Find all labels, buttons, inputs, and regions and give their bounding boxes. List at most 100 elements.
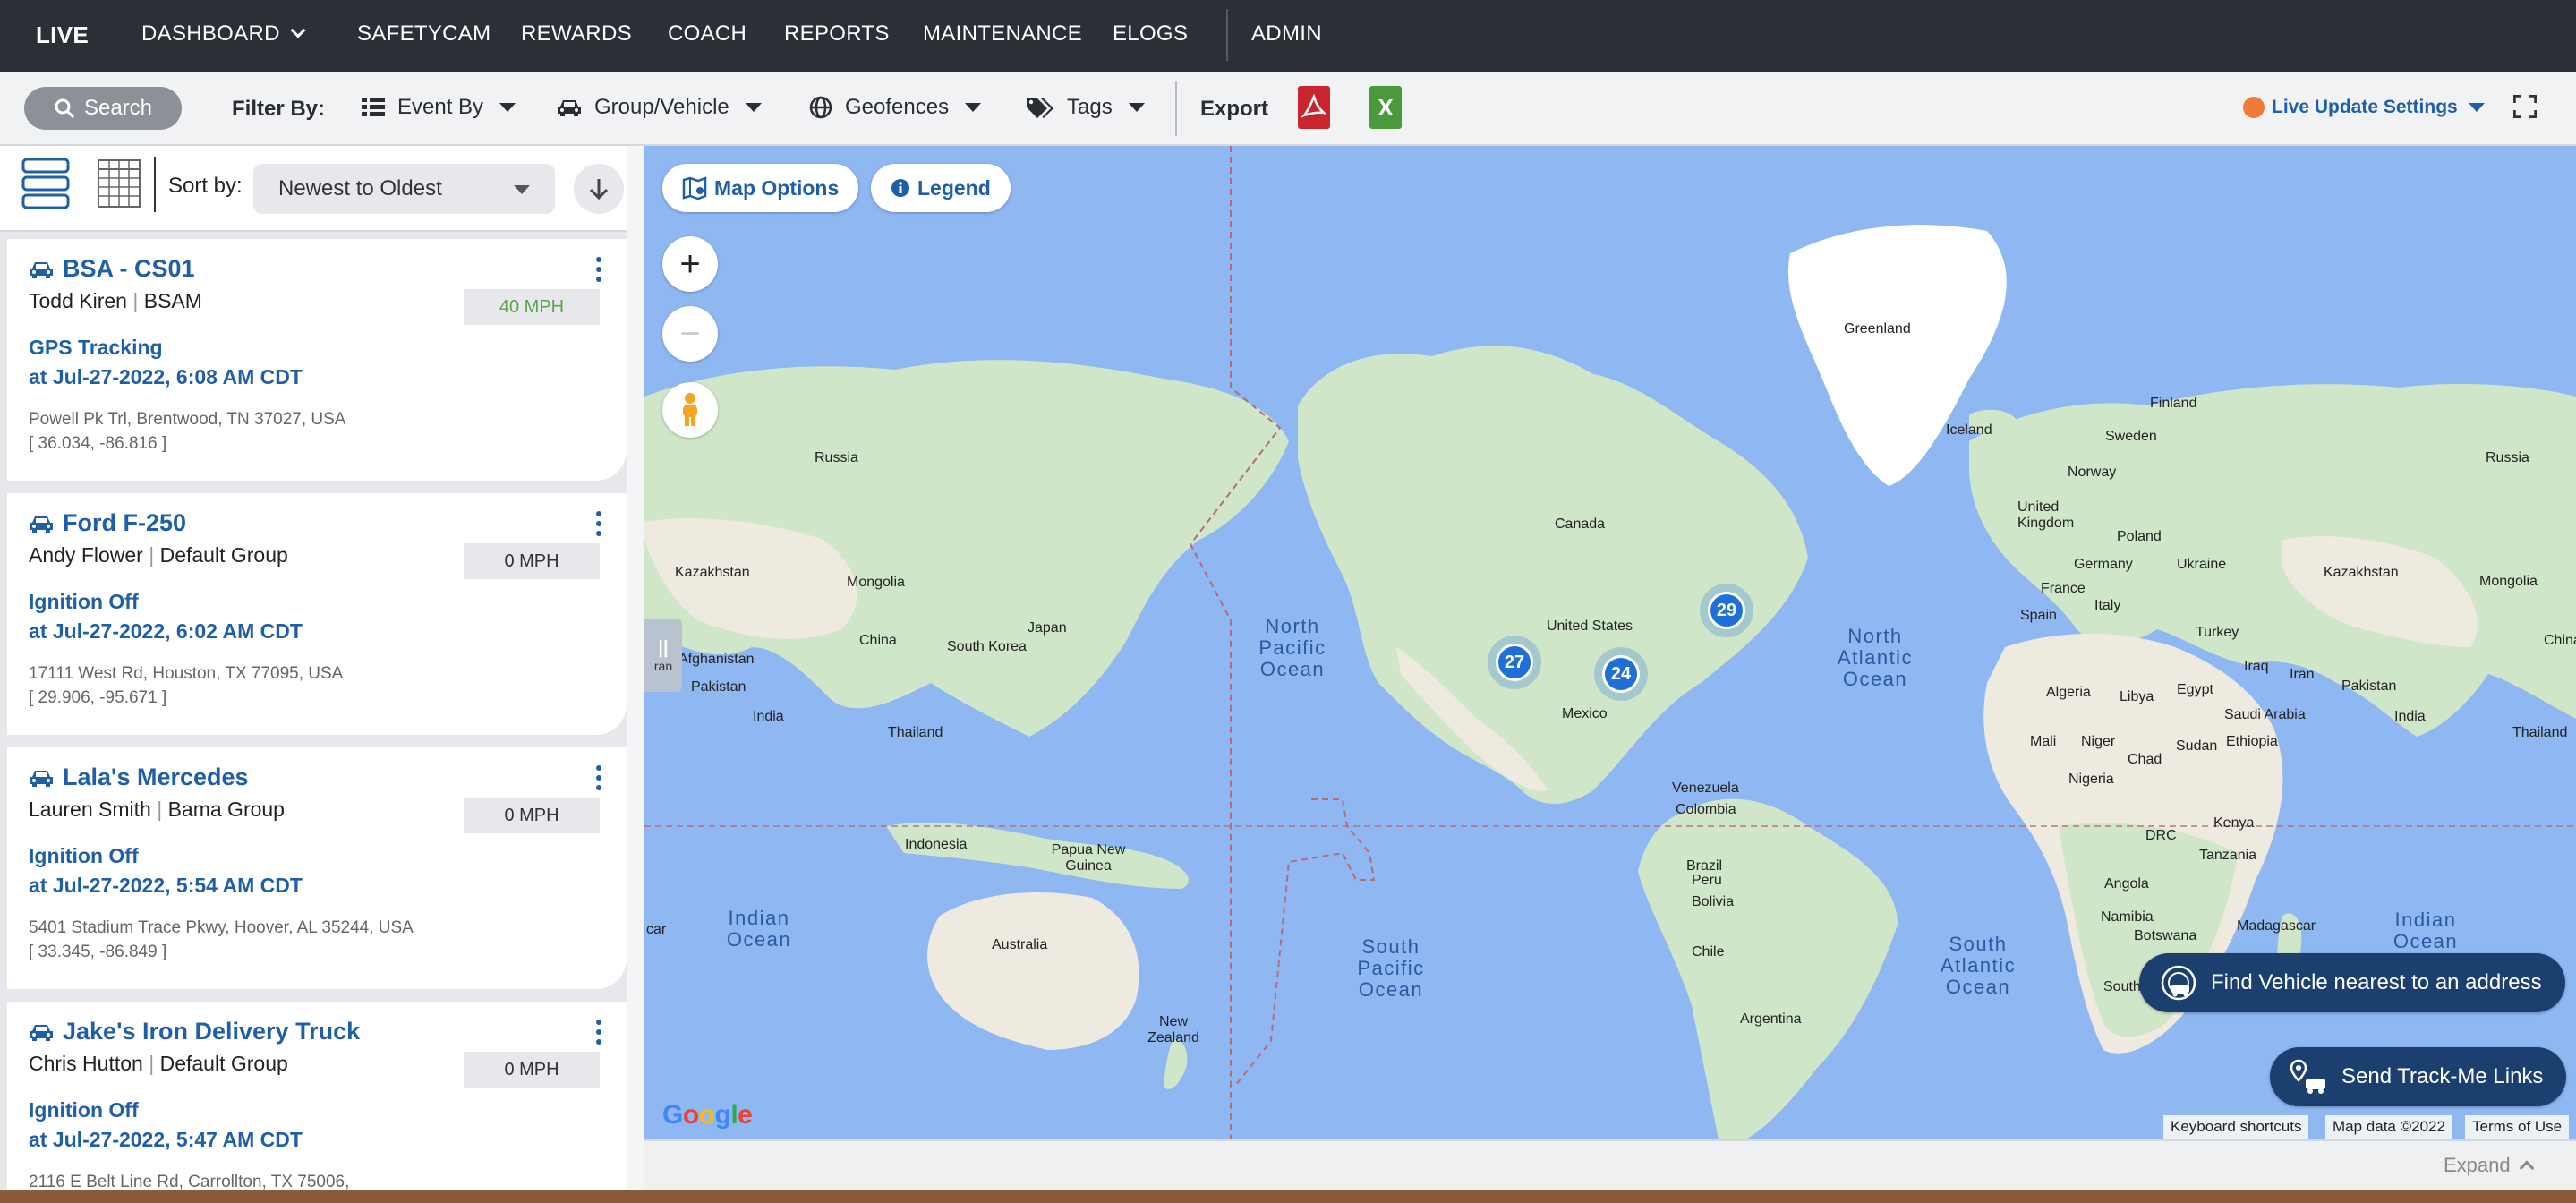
ocean-label: North Atlantic Ocean [1837,625,1914,690]
nav-elogs[interactable]: ELOGS [1113,21,1188,47]
map-label: Madagascar [2237,918,2316,934]
caret-down-icon [745,103,762,112]
map-label: Afghanistan [678,652,755,667]
map-label: China [2544,633,2576,648]
vehicle-cluster-marker[interactable]: 27 [1488,636,1541,689]
vehicle-name: Ford F-250 [63,509,187,536]
vehicle-card[interactable]: Jake's Iron Delivery Truck Chris Hutton … [7,1002,627,1203]
nav-reports[interactable]: REPORTS [784,21,890,47]
live-update-label: Live Update Settings [2272,97,2458,117]
find-vehicle-button[interactable]: Find Vehicle nearest to an address [2139,953,2565,1012]
map-label: Pakistan [691,679,746,695]
vehicle-name: BSA - CS01 [63,255,195,282]
excel-icon[interactable]: X [1369,86,1402,129]
legend-button[interactable]: Legend [871,164,1011,212]
vehicle-name: Lala's Mercedes [63,764,249,790]
driver-name: Todd Kiren [29,289,127,312]
vehicle-title[interactable]: BSA - CS01 [29,255,195,283]
map-label: Algeria [2046,685,2091,700]
street-view-pegman-icon[interactable] [662,382,718,438]
map-label: Botswana [2134,928,2197,943]
event-type: Ignition Off [29,1098,139,1122]
sort-direction-button[interactable] [574,164,624,214]
zoom-in-icon: + [679,243,701,284]
zoom-out-button[interactable]: − [662,306,718,362]
vehicle-name: Jake's Iron Delivery Truck [63,1018,361,1045]
map-label: Sudan [2176,738,2218,754]
south-america-shape [1638,798,1898,1139]
nav-rewards[interactable]: REWARDS [521,21,632,47]
map-label: Iraq [2244,659,2269,674]
nav-dashboard-label: DASHBOARD [141,21,280,46]
map-label: South Korea [947,639,1027,654]
vehicle-driver-group: Chris Hutton | Default Group [29,1052,288,1075]
vehicle-card[interactable]: BSA - CS01 Todd Kiren | BSAM 40 MPH GPS … [7,239,627,481]
map-label: Iran [2290,667,2315,682]
nav-coach[interactable]: COACH [668,21,746,47]
list-view-icon[interactable] [21,157,70,210]
geofences-dropdown[interactable]: Geofences [809,95,982,120]
arrow-down-icon [589,179,609,200]
vehicle-card[interactable]: Lala's Mercedes Lauren Smith | Bama Grou… [7,747,627,989]
nav-maintenance[interactable]: MAINTENANCE [923,21,1082,47]
vehicle-title[interactable]: Lala's Mercedes [29,764,249,791]
map-label: Angola [2104,876,2149,892]
vehicle-cluster-marker[interactable]: 24 [1594,647,1648,701]
nav-dashboard[interactable]: DASHBOARD [141,21,306,47]
card-menu-icon[interactable] [593,257,604,282]
map-label: Poland [2117,529,2162,544]
fullscreen-icon[interactable] [2513,95,2537,118]
event-type: GPS Tracking [29,336,163,359]
ocean-label: South Atlantic Ocean [1940,933,2017,998]
address-line: Powell Pk Trl, Brentwood, TN 37027, USA [29,410,346,429]
event-by-dropdown[interactable]: Event By [362,95,516,120]
search-button[interactable]: Search [24,87,182,130]
card-menu-icon[interactable] [593,1020,604,1045]
vehicle-title[interactable]: Jake's Iron Delivery Truck [29,1018,360,1045]
card-menu-icon[interactable] [593,765,604,790]
caret-down-icon [2468,103,2485,112]
car-icon [30,516,53,533]
grid-view-icon[interactable] [97,158,141,209]
zoom-in-button[interactable]: + [662,236,718,292]
map-label: Kazakhstan [675,565,750,580]
list-icon [362,98,385,116]
nav-safetycam[interactable]: SAFETYCAM [357,21,490,47]
map-options-button[interactable]: Map Options [662,164,859,212]
nav-admin[interactable]: ADMIN [1251,21,1322,47]
map-label: Papua New Guinea [1051,842,1126,874]
sort-select[interactable]: Newest to Oldest [253,164,555,214]
map-label: India [2394,709,2426,724]
map-label: Ethiopia [2226,734,2278,749]
send-track-me-button[interactable]: Send Track-Me Links [2270,1047,2567,1106]
keyboard-shortcuts-link[interactable]: Keyboard shortcuts [2163,1115,2309,1139]
map-label: Australia [992,937,1048,952]
export-label: Export [1200,97,1269,121]
google-logo: Google [662,1100,753,1130]
map-label: Indonesia [905,837,968,852]
card-menu-icon[interactable] [593,511,604,536]
vehicle-address: 17111 West Rd, Houston, TX 77095, USA [ 2… [29,661,422,710]
speed-badge: 0 MPH [464,1052,600,1088]
map-label: Mexico [1562,706,1608,721]
map-view[interactable]: Greenland Finland Russia Russia Iceland … [644,146,2576,1139]
chevron-up-icon [2519,1160,2535,1176]
expand-button[interactable]: Expand [2444,1154,2535,1177]
map-label: South [2103,979,2141,994]
live-update-settings[interactable]: Live Update Settings [2243,97,2485,118]
tags-dropdown[interactable]: Tags [1026,95,1145,120]
map-label: Libya [2120,689,2154,704]
live-status-dot [2243,97,2265,118]
nav-live[interactable]: LIVE [36,21,89,49]
map-label: United States [1547,619,1633,634]
map-label: Tanzania [2199,848,2257,863]
vehicle-card[interactable]: Ford F-250 Andy Flower | Default Group 0… [7,493,627,735]
map-label: Sweden [2105,429,2157,444]
terms-of-use-link[interactable]: Terms of Use [2465,1115,2570,1139]
vehicle-cluster-marker[interactable]: 29 [1700,584,1753,637]
group-vehicle-dropdown[interactable]: Group/Vehicle [557,95,762,120]
speed-badge: 0 MPH [464,543,600,579]
pdf-icon[interactable] [1298,86,1330,129]
vehicle-title[interactable]: Ford F-250 [29,509,186,537]
panel-collapse-handle[interactable]: || ran [644,619,682,692]
